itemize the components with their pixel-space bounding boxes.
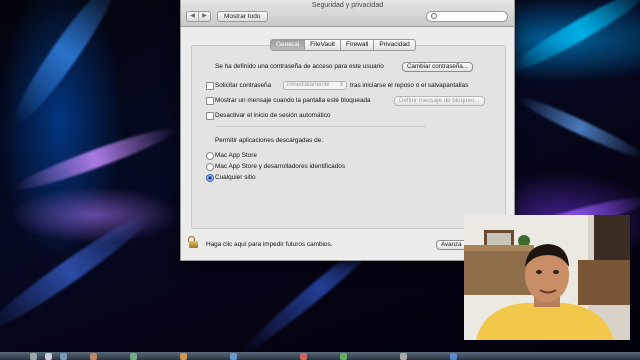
app-icon[interactable] (450, 353, 457, 360)
option-identified-developers: Mac App Store y desarrolladores identifi… (215, 163, 346, 170)
finder-icon[interactable] (30, 353, 37, 360)
section-divider (216, 126, 426, 127)
require-password-suffix: tras iniciarse el reposo o el salvapanta… (350, 82, 469, 89)
window-titlebar: Seguridad y privacidad ◀ ▶ Mostrar todo (181, 0, 514, 27)
tab-bar: General FileVault Firewall Privacidad (270, 39, 416, 51)
app-icon[interactable] (90, 353, 97, 360)
change-password-button[interactable]: Cambiar contraseña... (402, 62, 473, 72)
app-icon[interactable] (340, 353, 347, 360)
webcam-overlay (464, 215, 630, 340)
app-icon[interactable] (180, 353, 187, 360)
show-message-label: Mostrar un mensaje cuando la pantalla es… (215, 97, 371, 104)
require-password-checkbox[interactable] (206, 82, 214, 90)
require-password-label: Solicitar contraseña (215, 82, 272, 89)
radio-anywhere[interactable] (206, 174, 214, 182)
set-lock-message-button[interactable]: Definir mensaje de bloqueo... (394, 96, 485, 106)
app-icon[interactable] (130, 353, 137, 360)
select-value: inmediatamente (287, 82, 330, 88)
search-icon (431, 13, 437, 19)
padlock-body (189, 241, 198, 248)
show-all-button[interactable]: Mostrar todo (217, 11, 268, 22)
radio-identified-developers[interactable] (206, 163, 214, 171)
general-panel: Se ha definido una contraseña de acceso … (191, 45, 506, 229)
safari-icon[interactable] (60, 353, 67, 360)
downloads-heading: Permitir aplicaciones descargadas de: (215, 137, 323, 144)
radio-mac-app-store[interactable] (206, 152, 214, 160)
app-icon[interactable] (300, 353, 307, 360)
app-icon[interactable] (230, 353, 237, 360)
show-message-checkbox[interactable] (206, 97, 214, 105)
password-set-text: Se ha definido una contraseña de acceso … (215, 63, 384, 70)
navigation-buttons: ◀ ▶ (186, 11, 211, 22)
tab-privacy[interactable]: Privacidad (373, 40, 414, 50)
tab-firewall[interactable]: Firewall (339, 40, 373, 50)
tab-filevault[interactable]: FileVault (304, 40, 340, 50)
launchpad-icon[interactable] (45, 353, 52, 360)
window-title: Seguridad y privacidad (311, 2, 384, 9)
tab-general[interactable]: General (271, 40, 305, 50)
search-input[interactable] (426, 11, 508, 22)
chevron-left-icon[interactable]: ◀ (187, 12, 198, 21)
option-mac-app-store: Mac App Store (215, 152, 257, 159)
select-arrows-icon: ⇕ (338, 82, 344, 88)
disable-autologin-label: Desactivar el inicio de sesión automátic… (215, 112, 331, 119)
require-password-delay-select[interactable]: inmediatamente ⇕ (283, 81, 347, 90)
disable-autologin-checkbox[interactable] (206, 112, 214, 120)
presenter-video-frame (464, 215, 630, 340)
unlocked-padlock-icon[interactable] (188, 236, 198, 248)
app-icon[interactable] (400, 353, 407, 360)
chevron-right-icon[interactable]: ▶ (198, 12, 210, 21)
lock-hint-text: Haga clic aquí para impedir futuros camb… (206, 241, 333, 248)
option-anywhere: Cualquier sitio (215, 174, 256, 181)
